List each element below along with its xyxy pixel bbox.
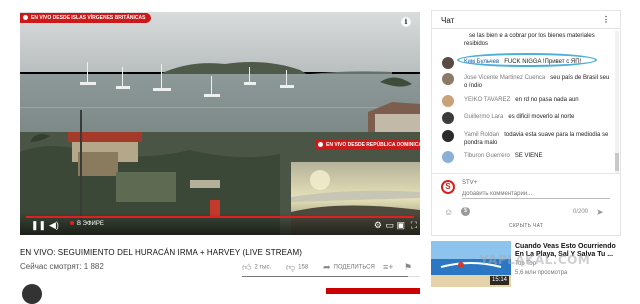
chat-avatar xyxy=(442,73,454,85)
chat-scrollbar[interactable] xyxy=(615,31,619,173)
like-button[interactable]: 👍︎ 2 тыс. xyxy=(242,262,271,273)
miniplayer-icon[interactable]: ▣ xyxy=(396,220,405,231)
user-avatar: S xyxy=(441,180,455,194)
settings-gear-icon[interactable]: ⚙ xyxy=(374,220,382,231)
hide-chat-button[interactable]: СКРЫТЬ ЧАТ xyxy=(432,223,620,229)
view-count: Сейчас смотрят: 1 882 xyxy=(20,262,104,271)
channel-avatar[interactable] xyxy=(22,284,42,304)
add-to-playlist-icon: ≡+ xyxy=(383,262,394,272)
live-chat-panel: Чат ⋮ se las bien e a cobrar por los bie… xyxy=(431,10,621,236)
add-to-playlist-button[interactable]: ≡+ xyxy=(383,262,397,273)
share-button[interactable]: ➦ ПОДЕЛИТЬСЯ xyxy=(323,262,375,273)
live-indicator[interactable]: В ЭФИРЕ xyxy=(70,219,104,230)
chat-avatar xyxy=(442,57,454,69)
captions-icon[interactable]: ▭ xyxy=(385,220,394,231)
chat-author[interactable]: Guillermo Lara xyxy=(464,114,503,120)
fullscreen-icon[interactable]: ⛶ xyxy=(411,220,417,231)
chat-author[interactable]: YEIKO TAVAREZ xyxy=(464,97,510,103)
user-name: STV+ xyxy=(462,180,478,186)
more-options-icon[interactable]: ⋮ xyxy=(602,15,610,24)
chat-avatar xyxy=(442,151,454,163)
chat-avatar xyxy=(442,130,454,142)
pause-icon[interactable]: ❚❚ xyxy=(31,220,46,231)
video-title: EN VIVO: SEGUIMIENTO DEL HURACÁN IRMA + … xyxy=(20,248,302,257)
chat-text: se las bien e a cobrar por los bienes ma… xyxy=(464,33,595,47)
video-frame xyxy=(20,12,420,235)
like-ratio-fill xyxy=(242,276,408,277)
super-chat-icon[interactable]: $ xyxy=(461,207,470,216)
watermark-text: YAPLAKAL.COM xyxy=(480,253,591,267)
share-label: ПОДЕЛИТЬСЯ xyxy=(333,264,375,271)
recommended-video-views: 5,6 млн просмотра xyxy=(515,270,568,276)
chat-avatar xyxy=(442,112,454,124)
flag-icon: ⚑ xyxy=(404,262,413,272)
subscribe-button[interactable] xyxy=(326,288,420,294)
dislike-button[interactable]: 👎︎ 158 xyxy=(286,262,308,273)
video-player[interactable]: EN VIVO DESDE ISLAS VÍRGENES BRITÁNICAS … xyxy=(20,12,420,235)
video-duration: 15:14 xyxy=(489,276,509,285)
thumbs-up-icon: 👍︎ xyxy=(242,262,252,272)
chat-author[interactable]: Yamil Roldan xyxy=(464,132,499,138)
chat-header: Чат ⋮ xyxy=(432,11,620,29)
thumbs-down-icon: 👎︎ xyxy=(286,262,296,272)
share-icon: ➦ xyxy=(323,262,331,272)
chat-composer: S STV+ ☺ $ 0/200 ➤ xyxy=(432,173,620,221)
chat-text: SE VIENE xyxy=(514,153,543,159)
chat-text: en rd no pasa nada aun xyxy=(515,97,579,103)
like-ratio-bar xyxy=(242,276,420,277)
chat-author[interactable]: Tiburon Guerrero xyxy=(464,153,510,159)
like-count: 2 тыс. xyxy=(254,264,272,271)
chat-scroll-thumb[interactable] xyxy=(615,153,619,171)
progress-bar[interactable] xyxy=(26,216,414,218)
character-count: 0/200 xyxy=(573,209,589,215)
inset-live-location-badge: EN VIVO DESDE REPÚBLICA DOMINICANA xyxy=(315,140,420,150)
chat-message-input[interactable] xyxy=(462,189,610,199)
live-location-badge: EN VIVO DESDE ISLAS VÍRGENES BRITÁNICAS xyxy=(20,13,152,23)
info-icon[interactable]: i xyxy=(401,17,411,27)
chat-title: Чат xyxy=(441,16,455,25)
chat-avatar xyxy=(442,95,454,107)
emoji-icon[interactable]: ☺ xyxy=(444,207,453,217)
volume-icon[interactable]: ◀) xyxy=(49,220,59,231)
chat-avatar xyxy=(442,32,454,44)
chat-author[interactable]: Jose Vicente Martinez Cuenca xyxy=(464,75,545,81)
dislike-count: 158 xyxy=(298,264,309,271)
send-icon[interactable]: ➤ xyxy=(596,207,604,218)
highlight-circle-annotation xyxy=(457,53,597,67)
player-controls: ❚❚ ◀) В ЭФИРЕ ⚙ ▭ ▣ ⛶ xyxy=(20,213,420,235)
chat-text: es dificil moverlo al norte xyxy=(508,114,575,120)
report-button[interactable]: ⚑ xyxy=(404,262,415,273)
